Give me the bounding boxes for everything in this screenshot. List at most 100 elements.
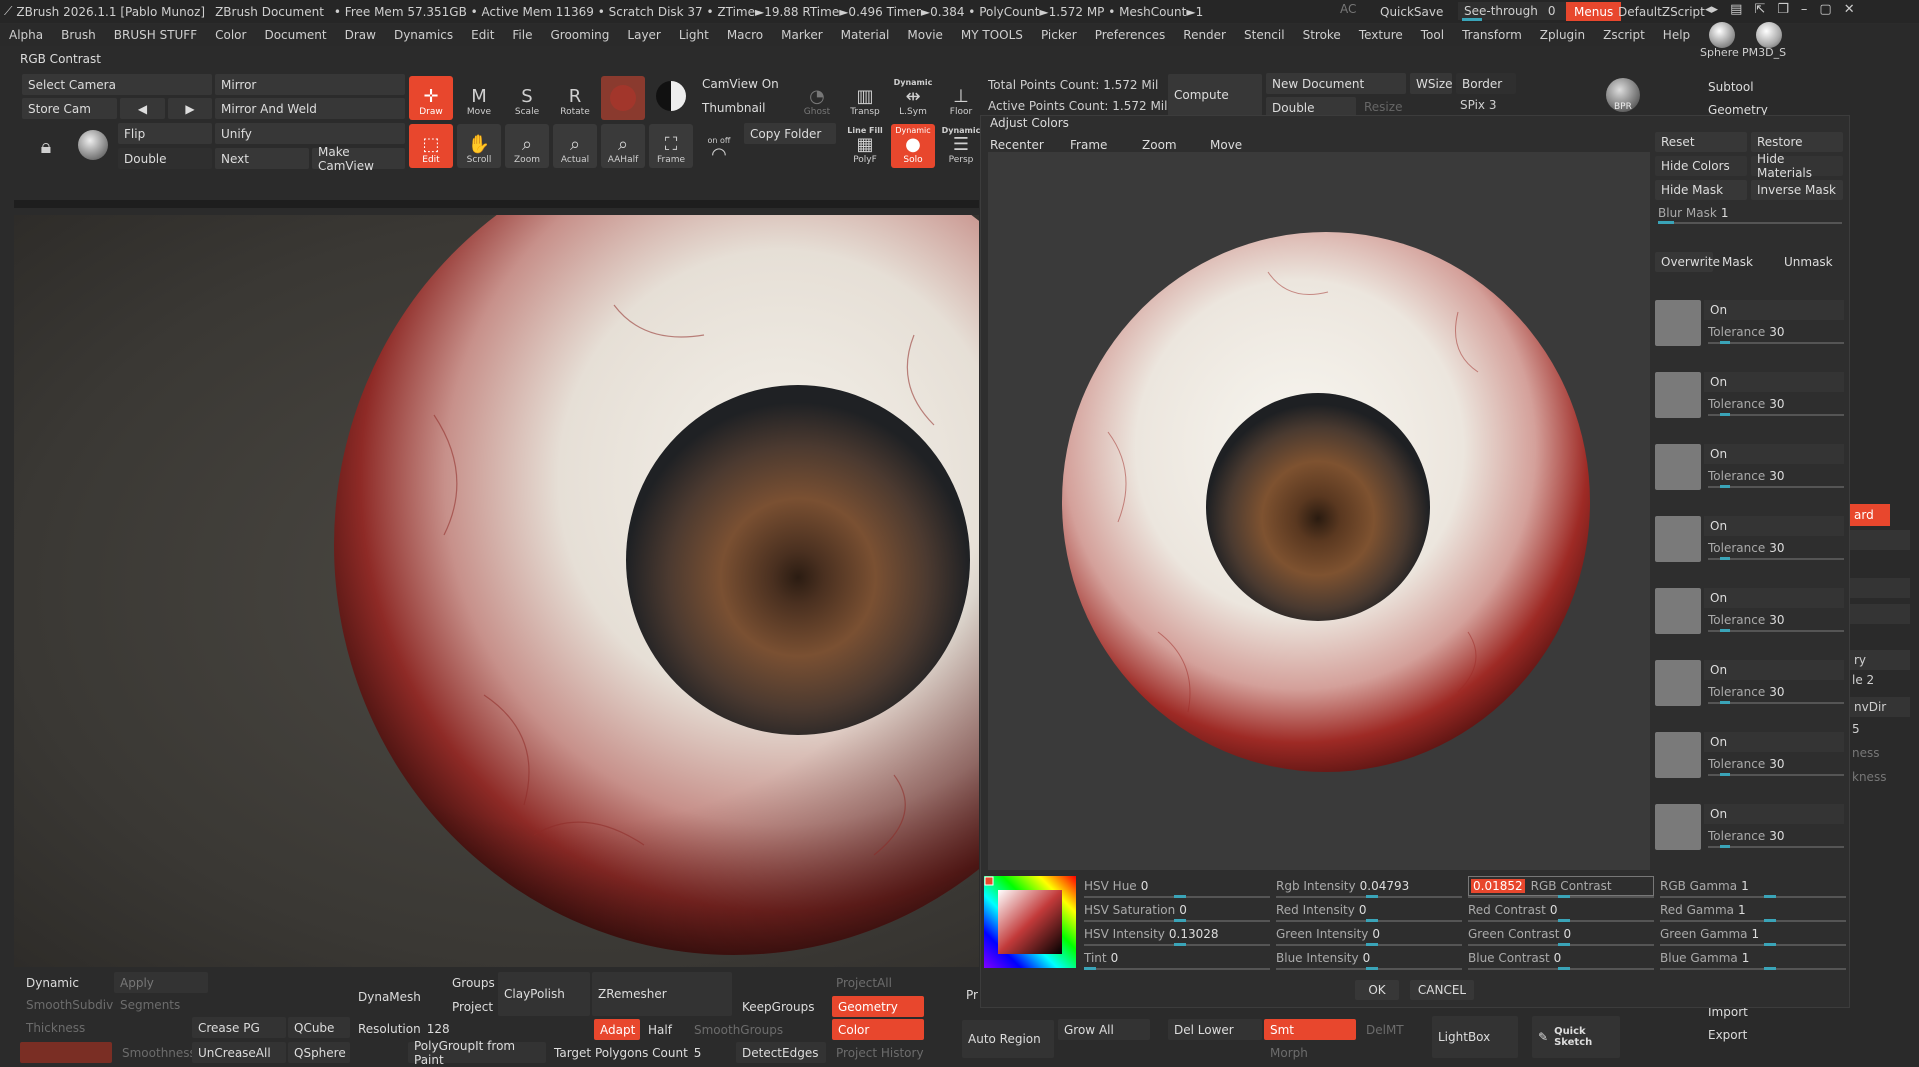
tolerance-slider[interactable]: Tolerance 30 [1708, 322, 1785, 342]
menu-item-texture[interactable]: Texture [1350, 28, 1412, 42]
thickness-slider[interactable]: Thickness [20, 1017, 190, 1038]
uncreaseall-button[interactable]: UnCreaseAll [192, 1042, 286, 1063]
prev-camera-button[interactable]: ◀ [120, 98, 165, 119]
red-intensity-slider[interactable]: Red Intensity 0 [1276, 900, 1366, 920]
move-tool-button[interactable]: M Move [457, 76, 501, 120]
mask-button[interactable]: Mask [1716, 252, 1774, 272]
next-button[interactable]: Next [215, 148, 309, 169]
zremesher-button[interactable]: ZRemesher [592, 972, 732, 1016]
adapt-button[interactable]: Adapt [594, 1019, 640, 1040]
smt-button[interactable]: Smt [1264, 1019, 1356, 1040]
sphere-thumbnail[interactable] [1709, 22, 1735, 48]
projectall-button[interactable]: ProjectAll [830, 972, 924, 993]
rgb-intensity-slider[interactable]: Rgb Intensity 0.04793 [1276, 876, 1409, 896]
camview-on-label[interactable]: CamView On [702, 77, 779, 91]
crease-pg-button[interactable]: Crease PG [192, 1017, 286, 1038]
keepgroups-button[interactable]: KeepGroups [736, 996, 826, 1017]
hsv-saturation-slider[interactable]: HSV Saturation 0 [1084, 900, 1187, 920]
morph-slider[interactable]: Morph [1264, 1042, 1384, 1063]
dynamesh-button[interactable]: DynaMesh [352, 982, 442, 1012]
swatch-on-toggle[interactable]: On [1704, 588, 1844, 608]
color-swatch[interactable] [1655, 804, 1701, 850]
green-gamma-slider[interactable]: Green Gamma 1 [1660, 924, 1759, 944]
main-viewport[interactable] [14, 215, 979, 967]
onoff-button[interactable]: on off ◠ [697, 124, 741, 168]
red-contrast-slider[interactable]: Red Contrast 0 [1468, 900, 1558, 920]
mirror-and-weld-button[interactable]: Mirror And Weld [215, 98, 405, 119]
menu-item-picker[interactable]: Picker [1032, 28, 1086, 42]
menu-item-edit[interactable]: Edit [462, 28, 503, 42]
lightbox-button[interactable]: LightBox [1432, 1016, 1518, 1058]
scale-tool-button[interactable]: S Scale [505, 76, 549, 120]
partial-field-2[interactable] [1850, 578, 1910, 598]
partial-field-nvdir[interactable]: nvDir [1850, 697, 1910, 717]
color-swatch-button[interactable] [601, 76, 645, 120]
green-intensity-slider[interactable]: Green Intensity 0 [1276, 924, 1380, 944]
menu-item-macro[interactable]: Macro [718, 28, 772, 42]
menu-item-grooming[interactable]: Grooming [542, 28, 619, 42]
store-cam-button[interactable]: Store Cam [22, 98, 117, 119]
maximize-icon[interactable]: ▢ [1819, 2, 1831, 17]
color-button[interactable]: Color [832, 1019, 924, 1040]
blue-contrast-slider[interactable]: Blue Contrast 0 [1468, 948, 1561, 968]
mirror-button[interactable]: Mirror [215, 74, 405, 95]
polygroupit-button[interactable]: PolyGroupIt from Paint [408, 1039, 546, 1067]
spix-label[interactable]: SPix 3 [1460, 98, 1496, 112]
claypolish-button[interactable]: ClayPolish [498, 972, 590, 1016]
color-swatch[interactable] [1655, 444, 1701, 490]
actual-button[interactable]: ⌕ Actual [553, 124, 597, 168]
export-button[interactable]: Export [1700, 1024, 1747, 1046]
reset-button[interactable]: Reset [1655, 132, 1747, 152]
blur-mask-slider[interactable]: Blur Mask 1 [1658, 203, 1728, 223]
resolution-slider[interactable]: Resolution 128 [352, 1018, 492, 1039]
select-camera-field[interactable]: Select Camera [22, 74, 212, 95]
hsv-hue-slider[interactable]: HSV Hue 0 [1084, 876, 1148, 896]
menu-item-alpha[interactable]: Alpha [0, 28, 52, 42]
cancel-button[interactable]: CANCEL [1410, 980, 1474, 1000]
menu-item-brush-stuff[interactable]: BRUSH STUFF [105, 28, 206, 42]
smoothgroups-button[interactable]: SmoothGroups [688, 1019, 788, 1040]
hide-materials-button[interactable]: Hide Materials [1751, 152, 1843, 180]
tolerance-slider[interactable]: Tolerance 30 [1708, 466, 1785, 486]
menu-item-transform[interactable]: Transform [1453, 28, 1531, 42]
quick-sketch-button[interactable]: ✎ Quick Sketch [1532, 1016, 1620, 1058]
del-lower-button[interactable]: Del Lower [1168, 1019, 1262, 1040]
half-button[interactable]: Half [642, 1019, 688, 1040]
swatch-on-toggle[interactable]: On [1704, 732, 1844, 752]
scroll-button[interactable]: ✋ Scroll [457, 124, 501, 168]
double-button[interactable]: Double [118, 148, 212, 169]
hide-colors-button[interactable]: Hide Colors [1655, 156, 1747, 176]
menu-item-render[interactable]: Render [1174, 28, 1235, 42]
color-swatch[interactable] [1655, 588, 1701, 634]
color-swatch[interactable] [1655, 660, 1701, 706]
material-toggle-button[interactable] [649, 76, 693, 120]
ghost-button[interactable]: ◔ Ghost [795, 76, 839, 120]
tolerance-slider[interactable]: Tolerance 30 [1708, 754, 1785, 774]
lsym-button[interactable]: Dynamic ⇹ L.Sym [891, 76, 935, 120]
tint-slider[interactable]: Tint 0 [1084, 948, 1118, 968]
tolerance-slider[interactable]: Tolerance 30 [1708, 610, 1785, 630]
swatch-on-toggle[interactable]: On [1704, 516, 1844, 536]
swatch-on-toggle[interactable]: On [1704, 372, 1844, 392]
qcube-button[interactable]: QCube [288, 1017, 350, 1038]
swatch-on-toggle[interactable]: On [1704, 300, 1844, 320]
delmt-button[interactable]: DelMT [1360, 1019, 1420, 1040]
color-swatch[interactable] [1655, 372, 1701, 418]
restore-window-icon[interactable]: ❐ [1777, 2, 1789, 17]
auto-region-button[interactable]: Auto Region [962, 1020, 1054, 1058]
polyf-button[interactable]: Line Fill ▦ PolyF [843, 124, 887, 168]
swatch-on-toggle[interactable]: On [1704, 660, 1844, 680]
tolerance-slider[interactable]: Tolerance 30 [1708, 682, 1785, 702]
red-gamma-slider[interactable]: Red Gamma 1 [1660, 900, 1746, 920]
orange-dim-button[interactable] [20, 1042, 112, 1063]
rgb-contrast-slider[interactable]: RGB Contrast 0.01852 [1468, 876, 1654, 896]
menu-item-light[interactable]: Light [670, 28, 718, 42]
aahalf-button[interactable]: ⌕ AAHalf [601, 124, 645, 168]
project-button[interactable]: Project [446, 996, 496, 1017]
menu-item-color[interactable]: Color [206, 28, 255, 42]
menu-item-help[interactable]: Help [1654, 28, 1699, 42]
next-camera-button[interactable]: ▶ [168, 98, 212, 119]
menu-item-stroke[interactable]: Stroke [1294, 28, 1350, 42]
restore-button[interactable]: Restore [1751, 132, 1843, 152]
hsv-intensity-slider[interactable]: HSV Intensity 0.13028 [1084, 924, 1219, 944]
